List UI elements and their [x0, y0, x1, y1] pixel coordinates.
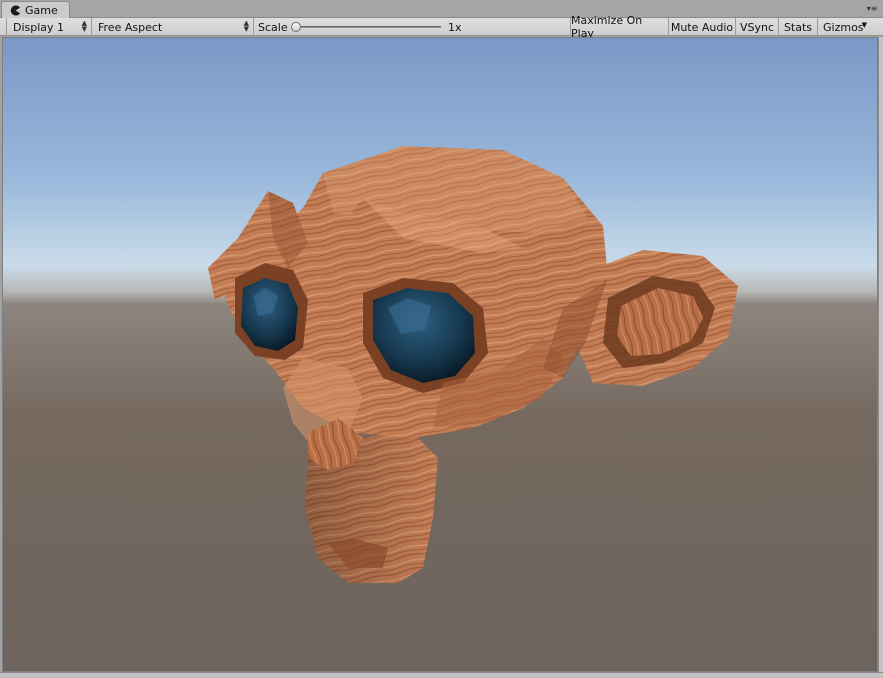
scale-slider-track[interactable]: [295, 26, 441, 28]
stats-button[interactable]: Stats: [778, 18, 817, 36]
bottom-edge: [0, 672, 883, 678]
scale-control: Scale 1x: [254, 18, 570, 36]
tab-bar: Game ▾≡: [0, 0, 883, 18]
tab-label: Game: [25, 3, 58, 17]
monkey-head-render: [208, 146, 738, 583]
updown-arrows-icon: ▲ ▼: [243, 19, 249, 33]
game-toolbar: Display 1 ▲ ▼ Free Aspect ▲ ▼ Scale 1x Max…: [0, 14, 883, 40]
updown-arrows-icon: ▲ ▼: [81, 19, 87, 33]
vertical-scrollbar[interactable]: [878, 37, 883, 677]
game-viewport[interactable]: [2, 37, 878, 672]
scale-label: Scale: [258, 21, 288, 34]
tab-game[interactable]: Game: [1, 1, 70, 18]
scale-slider-thumb[interactable]: [291, 22, 301, 32]
scale-value: 1x: [448, 21, 462, 34]
aspect-dropdown[interactable]: Free Aspect ▲ ▼: [92, 18, 254, 36]
pacman-icon: [10, 5, 21, 16]
aspect-dropdown-label: Free Aspect: [98, 20, 163, 34]
gizmos-label: Gizmos: [823, 20, 864, 34]
pane-menu-icon[interactable]: ▾≡: [865, 2, 879, 14]
maximize-on-play-button[interactable]: Maximize On Play: [570, 14, 668, 40]
display-dropdown-label: Display 1: [13, 20, 65, 34]
mute-audio-button[interactable]: Mute Audio: [668, 18, 735, 36]
chevron-down-icon: ▼: [861, 21, 867, 29]
gizmos-dropdown[interactable]: Gizmos ▼: [817, 18, 871, 36]
vsync-button[interactable]: VSync: [735, 18, 778, 36]
display-dropdown[interactable]: Display 1 ▲ ▼: [6, 18, 92, 36]
